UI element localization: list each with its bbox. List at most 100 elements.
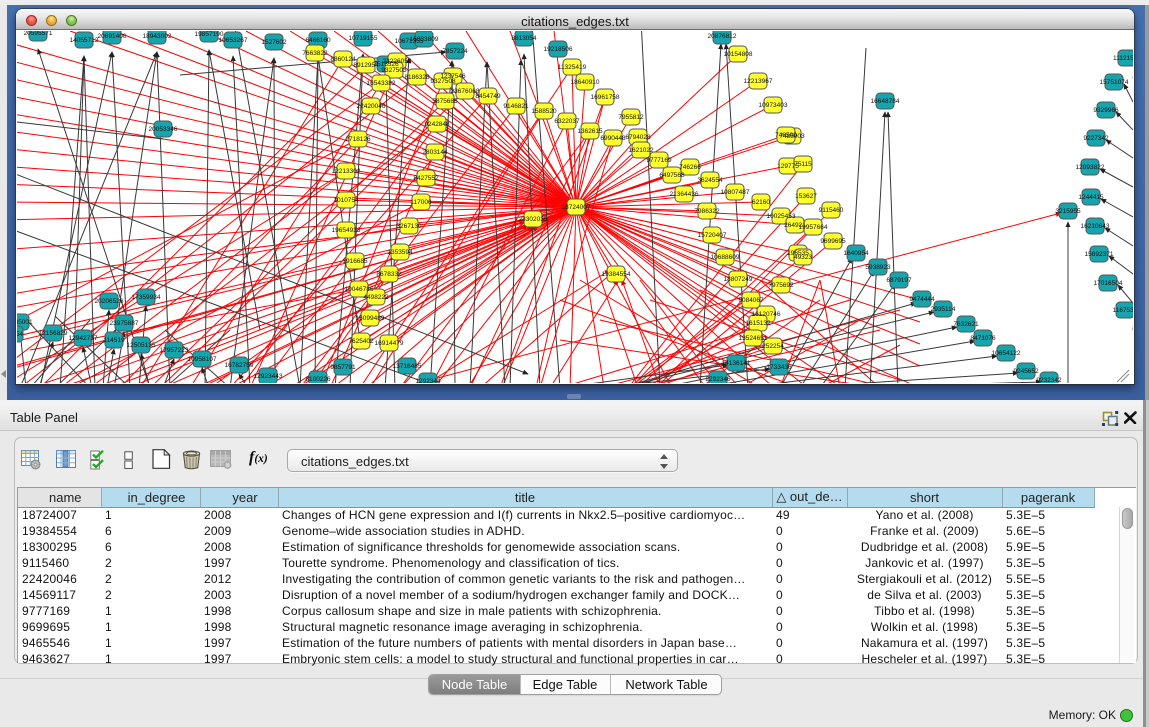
svg-text:5938923: 5938923 [865,264,891,271]
svg-text:7663822: 7663822 [302,50,328,57]
svg-text:20595571: 20595571 [24,31,53,37]
svg-text:7986322: 7986322 [694,208,720,215]
svg-text:17016504: 17016504 [1094,280,1123,287]
svg-text:2935114: 2935114 [931,306,956,313]
svg-text:20206526: 20206526 [95,298,124,305]
svg-text:9245652: 9245652 [1013,368,1039,375]
svg-text:6466160: 6466160 [305,37,331,44]
svg-text:17359934: 17359934 [132,294,161,301]
svg-text:13716485: 13716485 [393,363,422,370]
svg-text:9777169: 9777169 [646,157,672,164]
svg-text:1353594: 1353594 [387,249,413,256]
svg-text:13524651: 13524651 [739,335,768,342]
svg-text:9227342: 9227342 [1083,135,1109,142]
svg-text:7975692: 7975692 [768,282,794,289]
svg-text:22420046: 22420046 [357,103,386,110]
svg-text:14055712: 14055712 [70,37,99,44]
svg-text:18943002: 18943002 [143,33,172,40]
svg-text:8471076: 8471076 [970,335,996,342]
svg-text:21364436: 21364436 [670,191,699,198]
svg-text:2803144: 2803144 [422,149,448,156]
svg-text:19384554: 19384554 [602,271,631,278]
svg-text:11325419: 11325419 [558,64,587,71]
svg-text:10654122: 10654122 [992,350,1021,357]
svg-text:15692371: 15692371 [1085,251,1114,258]
svg-text:8860124: 8860124 [330,56,356,63]
svg-text:8454749: 8454749 [475,93,501,100]
svg-text:23226058: 23226058 [383,58,412,65]
svg-text:8813054: 8813054 [511,35,537,42]
svg-text:7632621: 7632621 [953,321,979,328]
svg-text:3267130: 3267130 [396,223,422,230]
svg-text:8427552: 8427552 [413,175,439,182]
svg-text:10719155: 10719155 [349,35,378,42]
svg-text:6879197: 6879197 [886,277,912,284]
svg-text:12213967: 12213967 [744,78,773,85]
svg-text:16120746: 16120746 [752,311,781,318]
svg-text:16033809: 16033809 [410,36,439,43]
svg-text:1916685: 1916685 [342,258,368,265]
svg-text:1733436: 1733436 [766,364,792,371]
svg-text:10688609: 10688609 [711,254,740,261]
svg-text:9474444: 9474444 [909,296,935,303]
svg-text:7955812: 7955812 [618,114,644,121]
svg-text:1588520: 1588520 [531,108,557,115]
svg-text:1167533: 1167533 [1113,307,1133,314]
svg-text:10807487: 10807487 [721,189,750,196]
svg-text:748500: 748500 [775,132,797,139]
svg-text:1640954: 1640954 [843,250,869,257]
svg-text:19654933: 19654933 [332,227,361,234]
svg-text:1010754: 1010754 [333,197,359,204]
svg-text:9232342: 9232342 [1036,377,1062,383]
svg-text:23975887: 23975887 [110,320,139,327]
svg-text:9084067: 9084067 [738,297,764,304]
svg-text:16099489: 16099489 [356,315,385,322]
svg-text:75115: 75115 [794,161,812,168]
svg-text:1244415: 1244415 [1078,194,1104,201]
svg-text:6794028: 6794028 [625,134,651,141]
svg-text:7625402: 7625402 [348,338,374,345]
svg-text:10154808: 10154808 [724,51,753,58]
svg-text:9115460: 9115460 [819,207,844,214]
svg-text:1621022: 1621022 [628,147,654,154]
svg-text:1615132: 1615132 [745,320,771,327]
svg-text:20691406: 20691406 [98,33,127,40]
svg-text:12505135: 12505135 [127,342,156,349]
svg-text:1435001: 1435001 [17,319,33,326]
svg-text:19218506: 19218506 [544,46,573,53]
svg-text:16543382: 16543382 [367,80,396,87]
svg-text:9699695: 9699695 [820,238,846,245]
svg-text:49323: 49323 [794,254,812,261]
svg-text:10653267: 10653267 [219,37,248,44]
svg-text:18807249: 18807249 [724,276,753,283]
svg-text:8100226: 8100226 [305,376,331,383]
svg-text:9327503: 9327503 [381,67,407,74]
svg-text:19957664: 19957664 [799,224,828,231]
svg-text:114519: 114519 [103,337,125,344]
svg-text:8678332: 8678332 [376,271,402,278]
svg-text:8912954: 8912954 [353,62,379,69]
svg-text:20053346: 20053346 [149,126,178,133]
svg-text:252254: 252254 [762,343,784,350]
svg-text:117006: 117006 [410,199,432,206]
svg-text:4498222: 4498222 [363,294,389,301]
svg-text:16914479: 16914479 [375,340,404,347]
svg-text:15720407: 15720407 [698,232,727,239]
svg-text:16961758: 16961758 [591,94,620,101]
svg-text:7857224: 7857224 [442,48,468,55]
svg-text:6322037: 6322037 [554,118,580,125]
svg-text:10046786: 10046786 [345,286,374,293]
svg-text:6990448: 6990448 [600,135,626,142]
svg-text:10025453: 10025453 [767,213,796,220]
svg-text:3215955: 3215955 [1055,208,1081,215]
svg-text:16210643: 16210643 [1081,223,1110,230]
svg-text:9327508: 9327508 [430,78,456,85]
svg-text:14136141: 14136141 [722,360,751,367]
svg-text:12093822: 12093822 [1076,164,1105,171]
svg-text:6497568: 6497568 [659,172,685,179]
svg-text:17957223: 17957223 [160,347,189,354]
svg-text:8186328: 8186328 [404,74,430,81]
svg-text:9329966: 9329966 [1093,107,1119,114]
svg-text:15751074: 15751074 [1100,79,1129,86]
svg-text:11121519: 11121519 [1113,55,1133,62]
